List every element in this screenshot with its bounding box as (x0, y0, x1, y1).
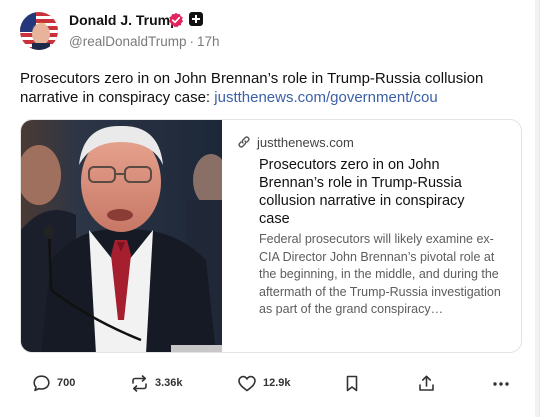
heart-icon (238, 375, 256, 391)
scrollbar[interactable] (535, 0, 539, 417)
author-handle[interactable]: @realDonaldTrump (69, 34, 187, 49)
link-preview-card[interactable]: justthenews.com Prosecutors zero in on J… (20, 119, 522, 353)
article-photo (21, 120, 222, 352)
repost-button[interactable]: 3.36k (130, 370, 183, 396)
post-card: Donald J. Trump @realDonaldTrump · 17h Pro… (0, 0, 540, 417)
more-dots-icon (493, 381, 509, 386)
action-bar: 700 3.36k 12.9k (0, 370, 540, 396)
bookmark-button[interactable] (344, 370, 360, 396)
verified-badge-icon (169, 12, 183, 28)
share-icon (419, 375, 434, 391)
post-timestamp[interactable]: 17h (197, 34, 220, 49)
card-title[interactable]: Prosecutors zero in on John Brennan’s ro… (259, 156, 499, 228)
bookmark-icon (346, 375, 358, 391)
post-text: Prosecutors zero in on John Brennan’s ro… (20, 69, 520, 107)
author-handle-row: @realDonaldTrump · 17h (69, 34, 220, 49)
post-link[interactable]: justthenews.com/government/cou (214, 89, 437, 106)
card-domain[interactable]: justthenews.com (257, 135, 354, 150)
author-name[interactable]: Donald J. Trump (69, 12, 179, 28)
share-button[interactable] (417, 370, 436, 396)
repost-count: 3.36k (155, 377, 183, 389)
reply-button[interactable]: 700 (32, 370, 75, 396)
separator-dot: · (189, 34, 195, 49)
affiliation-plus-icon (189, 12, 203, 26)
repost-arrows-icon (132, 374, 147, 392)
card-domain-row: justthenews.com (237, 135, 354, 150)
speech-bubble-icon (33, 374, 50, 391)
more-options-button[interactable] (491, 370, 511, 396)
like-button[interactable]: 12.9k (237, 370, 291, 396)
link-icon (238, 136, 250, 148)
card-description: Federal prosecutors will likely examine … (259, 232, 501, 317)
like-count: 12.9k (263, 377, 291, 389)
reply-count: 700 (57, 377, 76, 389)
avatar[interactable] (20, 12, 58, 50)
